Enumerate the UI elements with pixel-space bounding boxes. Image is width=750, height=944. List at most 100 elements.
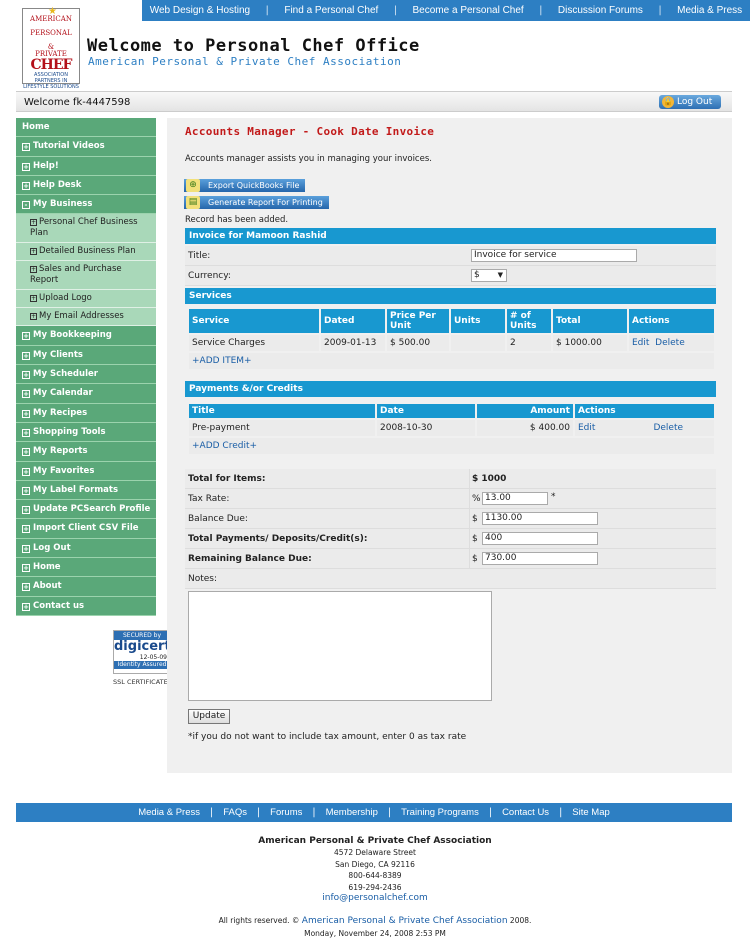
delete-link[interactable]: Delete <box>653 423 683 433</box>
cell-title: Pre-payment <box>189 420 375 436</box>
table-header-row: Title Date Amount Actions <box>189 404 714 418</box>
generate-report-button[interactable]: ▤ Generate Report For Printing <box>184 196 329 209</box>
column-header: Price Per Unit <box>387 309 449 333</box>
collapse-icon: - <box>22 201 30 210</box>
balance-due-input[interactable]: 1130.00 <box>482 512 598 525</box>
expand-icon: + <box>22 162 30 171</box>
sidebar-item-scheduler[interactable]: + My Scheduler <box>16 365 156 385</box>
sidebar-item-my-business[interactable]: - My Business <box>16 195 156 215</box>
sidebar-subitem-email-addresses[interactable]: + My Email Addresses <box>16 308 156 327</box>
nav-web-design[interactable]: Web Design & Hosting <box>150 5 250 16</box>
update-button[interactable]: Update <box>188 709 230 724</box>
sidebar-item-clients[interactable]: + My Clients <box>16 345 156 366</box>
currency-label: Currency: <box>188 271 231 281</box>
table-row: Pre-payment 2008-10-30 $ 400.00 Edit Dele… <box>189 420 714 436</box>
sidebar-item-recipes[interactable]: + My Recipes <box>16 403 156 423</box>
tax-rate-input[interactable]: 13.00 <box>482 492 548 505</box>
notes-textarea[interactable] <box>188 591 492 701</box>
sidebar-item-calendar[interactable]: + My Calendar <box>16 384 156 404</box>
welcome-text: Welcome fk-4447598 <box>24 97 131 108</box>
sidebar-item-home[interactable]: Home <box>16 118 156 138</box>
payments-total-input[interactable]: 400 <box>482 532 598 545</box>
currency-select[interactable]: $ ▼ <box>471 269 507 282</box>
sidebar-item-label: My Favorites <box>33 465 95 476</box>
footer-link-sitemap[interactable]: Site Map <box>572 807 610 818</box>
footer-link-contact[interactable]: Contact Us <box>502 807 549 818</box>
expand-icon: + <box>30 313 37 321</box>
delete-link[interactable]: Delete <box>655 338 685 348</box>
sidebar-item-favorites[interactable]: + My Favorites <box>16 461 156 481</box>
sidebar-item-label: My Clients <box>33 349 83 360</box>
sidebar-item-label: Home <box>22 122 50 132</box>
sidebar-item-shopping-tools[interactable]: + Shopping Tools <box>16 422 156 443</box>
logo-text: PERSONAL <box>30 29 72 37</box>
footer-link-forums[interactable]: Forums <box>270 807 302 818</box>
sidebar-item-label: My Recipes <box>33 407 88 418</box>
sidebar-item-import-csv[interactable]: + Import Client CSV File <box>16 519 156 539</box>
title-input[interactable]: Invoice for service <box>471 249 637 262</box>
ssl-assured: Identity Assured <box>114 661 170 669</box>
sidebar-item-help[interactable]: + Help! <box>16 156 156 176</box>
footer-email-link[interactable]: info@personalchef.com <box>0 893 750 904</box>
edit-link[interactable]: Edit <box>632 338 649 348</box>
nav-become-chef[interactable]: Become a Personal Chef <box>413 5 524 16</box>
association-logo[interactable]: ★ AMERICAN PERSONAL & PRIVATE CHEF ASSOC… <box>22 6 80 90</box>
add-item-row: +ADD ITEM+ <box>189 353 714 369</box>
sidebar-item-help-desk[interactable]: + Help Desk <box>16 175 156 196</box>
ssl-label: SSL CERTIFICATE <box>113 678 168 686</box>
add-item-link[interactable]: +ADD ITEM+ <box>192 356 252 366</box>
title-row: Title: Invoice for service <box>185 246 716 266</box>
currency-symbol: $ <box>472 514 478 524</box>
nav-forums[interactable]: Discussion Forums <box>558 5 643 16</box>
sidebar-item-label: My Bookkeeping <box>33 330 112 341</box>
sidebar-item-tutorial-videos[interactable]: + Tutorial Videos <box>16 137 156 157</box>
column-header: Dated <box>321 309 385 333</box>
export-quickbooks-button[interactable]: ⊕ Export QuickBooks File <box>184 179 306 192</box>
remaining-balance-input[interactable]: 730.00 <box>482 552 598 565</box>
sidebar-item-reports[interactable]: + My Reports <box>16 442 156 462</box>
footer-link-training[interactable]: Training Programs <box>401 807 479 818</box>
edit-link[interactable]: Edit <box>578 423 595 433</box>
expand-icon: + <box>30 266 37 274</box>
sidebar-item-label: My Reports <box>33 446 88 457</box>
column-header: Units <box>451 309 505 333</box>
expand-icon: + <box>22 583 30 592</box>
nav-find-chef[interactable]: Find a Personal Chef <box>284 5 378 16</box>
sidebar-item-label: My Calendar <box>33 388 93 399</box>
page-title: Accounts Manager - Cook Date Invoice <box>185 125 435 138</box>
nav-separator: | <box>265 5 269 16</box>
column-header: Actions <box>629 309 714 333</box>
sidebar-item-home-2[interactable]: + Home <box>16 558 156 578</box>
tax-prefix: % <box>472 494 481 504</box>
logout-button[interactable]: 🔒 Log Out <box>659 95 721 109</box>
expand-icon: + <box>22 467 30 476</box>
sidebar-subitem-detailed-plan[interactable]: + Detailed Business Plan <box>16 243 156 262</box>
currency-symbol: $ <box>472 534 478 544</box>
nav-media-press[interactable]: Media & Press <box>677 5 742 16</box>
sidebar-item-log-out[interactable]: + Log Out <box>16 538 156 559</box>
expand-icon: + <box>22 181 30 190</box>
ssl-seal[interactable]: SECURED by digicert 12-05-09 Identity As… <box>113 630 171 674</box>
add-credit-link[interactable]: +ADD Credit+ <box>192 441 257 451</box>
sidebar-item-contact[interactable]: + Contact us <box>16 596 156 616</box>
currency-row: Currency: $ ▼ <box>185 266 716 286</box>
expand-icon: + <box>30 219 37 227</box>
sidebar-item-bookkeeping[interactable]: + My Bookkeeping <box>16 326 156 346</box>
rights-text: All rights reserved. © <box>218 916 300 926</box>
sidebar-subitem-upload-logo[interactable]: + Upload Logo <box>16 290 156 309</box>
sidebar-item-about[interactable]: + About <box>16 577 156 597</box>
expand-icon: + <box>22 506 30 515</box>
footer-link-faqs[interactable]: FAQs <box>223 807 247 818</box>
column-header: Date <box>377 404 475 418</box>
footer-city: San Diego, CA 92116 <box>335 859 415 869</box>
sidebar-item-update-profile[interactable]: + Update PCSearch Profile <box>16 500 156 520</box>
rights-link[interactable]: American Personal & Private Chef Associa… <box>302 916 508 926</box>
footer-link-media[interactable]: Media & Press <box>138 807 200 818</box>
sidebar-item-label: Home <box>33 562 61 573</box>
footer-link-membership[interactable]: Membership <box>326 807 378 818</box>
chevron-down-icon: ▼ <box>497 271 503 279</box>
sidebar-subitem-sales-report[interactable]: + Sales and Purchase Report <box>16 261 156 291</box>
tax-row: Tax Rate: % 13.00 * <box>185 489 716 509</box>
sidebar-item-label-formats[interactable]: + My Label Formats <box>16 480 156 501</box>
sidebar-subitem-business-plan[interactable]: + Personal Chef Business Plan <box>16 214 156 244</box>
